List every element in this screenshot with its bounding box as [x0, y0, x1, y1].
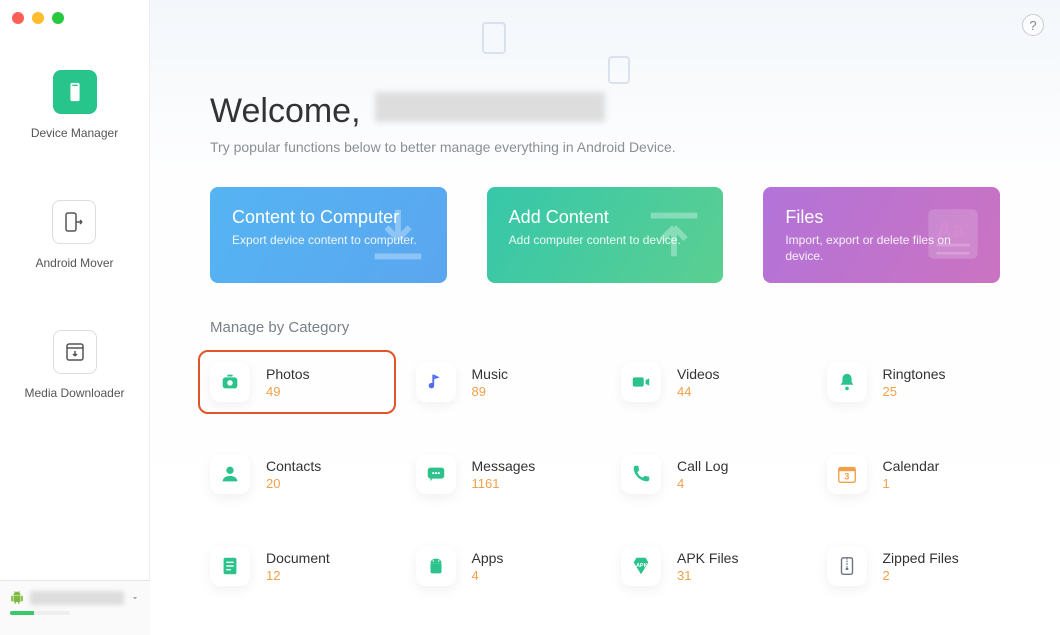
- headline: Welcome,: [150, 0, 1060, 131]
- category-label: Call Log: [677, 458, 728, 474]
- card-add-content[interactable]: Add Content Add computer content to devi…: [487, 187, 724, 283]
- category-count: 2: [883, 568, 959, 583]
- sidebar: Device Manager Android Mover Media Downl…: [0, 0, 150, 635]
- category-label: Zipped Files: [883, 550, 959, 566]
- chevron-down-icon: [130, 593, 140, 603]
- video-icon: [621, 362, 661, 402]
- category-count: 4: [677, 476, 728, 491]
- category-label: Messages: [472, 458, 536, 474]
- storage-progress: [10, 611, 70, 615]
- category-count: 4: [472, 568, 504, 583]
- category-section-title: Manage by Category: [150, 283, 1060, 336]
- media-downloader-icon: [53, 330, 97, 374]
- card-subtitle: Import, export or delete files on device…: [785, 232, 978, 264]
- category-document[interactable]: Document 12: [202, 538, 392, 594]
- android-icon: [10, 591, 24, 605]
- category-label: Contacts: [266, 458, 321, 474]
- close-window-button[interactable]: [12, 12, 24, 24]
- message-icon: [416, 454, 456, 494]
- welcome-subtitle: Try popular functions below to better ma…: [150, 131, 1060, 155]
- card-subtitle: Export device content to computer.: [232, 232, 425, 248]
- apk-icon: APK: [621, 546, 661, 586]
- device-manager-icon: [53, 70, 97, 114]
- zip-icon: [827, 546, 867, 586]
- device-status-bar[interactable]: [0, 580, 150, 635]
- decorative-shape: [482, 22, 506, 54]
- category-label: Document: [266, 550, 330, 566]
- category-count: 44: [677, 384, 720, 399]
- category-label: APK Files: [677, 550, 738, 566]
- main-panel: ? Welcome, Try popular functions below t…: [150, 0, 1060, 635]
- decorative-shape: [608, 56, 630, 84]
- sidebar-item-label: Media Downloader: [24, 386, 124, 400]
- welcome-name-redacted: [375, 92, 605, 122]
- sidebar-item-android-mover[interactable]: Android Mover: [35, 200, 113, 270]
- person-icon: [210, 454, 250, 494]
- category-label: Calendar: [883, 458, 940, 474]
- category-count: 89: [472, 384, 509, 399]
- android-icon: [416, 546, 456, 586]
- category-music[interactable]: Music 89: [408, 354, 598, 410]
- category-contacts[interactable]: Contacts 20: [202, 446, 392, 502]
- card-subtitle: Add computer content to device.: [509, 232, 702, 248]
- action-cards: Content to Computer Export device conten…: [150, 155, 1060, 283]
- camera-icon: [210, 362, 250, 402]
- category-label: Music: [472, 366, 509, 382]
- sidebar-item-label: Android Mover: [35, 256, 113, 270]
- category-videos[interactable]: Videos 44: [613, 354, 803, 410]
- category-count: 31: [677, 568, 738, 583]
- minimize-window-button[interactable]: [32, 12, 44, 24]
- category-grid: Photos 49 Music 89 Videos 44 Ringtones 2…: [150, 336, 1060, 594]
- category-label: Apps: [472, 550, 504, 566]
- category-count: 1161: [472, 476, 536, 491]
- android-mover-icon: [52, 200, 96, 244]
- phone-icon: [621, 454, 661, 494]
- music-icon: [416, 362, 456, 402]
- calendar-icon: 3: [827, 454, 867, 494]
- doc-icon: [210, 546, 250, 586]
- category-photos[interactable]: Photos 49: [202, 354, 392, 410]
- help-button[interactable]: ?: [1022, 14, 1044, 36]
- category-label: Ringtones: [883, 366, 946, 382]
- window-controls: [12, 12, 64, 24]
- category-label: Videos: [677, 366, 720, 382]
- category-apps[interactable]: Apps 4: [408, 538, 598, 594]
- svg-text:3: 3: [844, 472, 849, 482]
- category-count: 25: [883, 384, 946, 399]
- category-calendar[interactable]: 3 Calendar 1: [819, 446, 1009, 502]
- card-files[interactable]: Aa Files Import, export or delete files …: [763, 187, 1000, 283]
- category-zipped[interactable]: Zipped Files 2: [819, 538, 1009, 594]
- card-content-to-computer[interactable]: Content to Computer Export device conten…: [210, 187, 447, 283]
- welcome-label: Welcome,: [210, 92, 361, 131]
- category-ringtones[interactable]: Ringtones 25: [819, 354, 1009, 410]
- category-count: 20: [266, 476, 321, 491]
- device-name-redacted: [30, 591, 124, 605]
- category-count: 1: [883, 476, 940, 491]
- svg-text:APK: APK: [636, 563, 648, 569]
- category-calllog[interactable]: Call Log 4: [613, 446, 803, 502]
- sidebar-item-label: Device Manager: [31, 126, 118, 140]
- sidebar-item-device-manager[interactable]: Device Manager: [31, 70, 118, 140]
- sidebar-item-media-downloader[interactable]: Media Downloader: [24, 330, 124, 400]
- category-messages[interactable]: Messages 1161: [408, 446, 598, 502]
- bell-icon: [827, 362, 867, 402]
- category-apk[interactable]: APK APK Files 31: [613, 538, 803, 594]
- category-label: Photos: [266, 366, 310, 382]
- category-count: 12: [266, 568, 330, 583]
- maximize-window-button[interactable]: [52, 12, 64, 24]
- category-count: 49: [266, 384, 310, 399]
